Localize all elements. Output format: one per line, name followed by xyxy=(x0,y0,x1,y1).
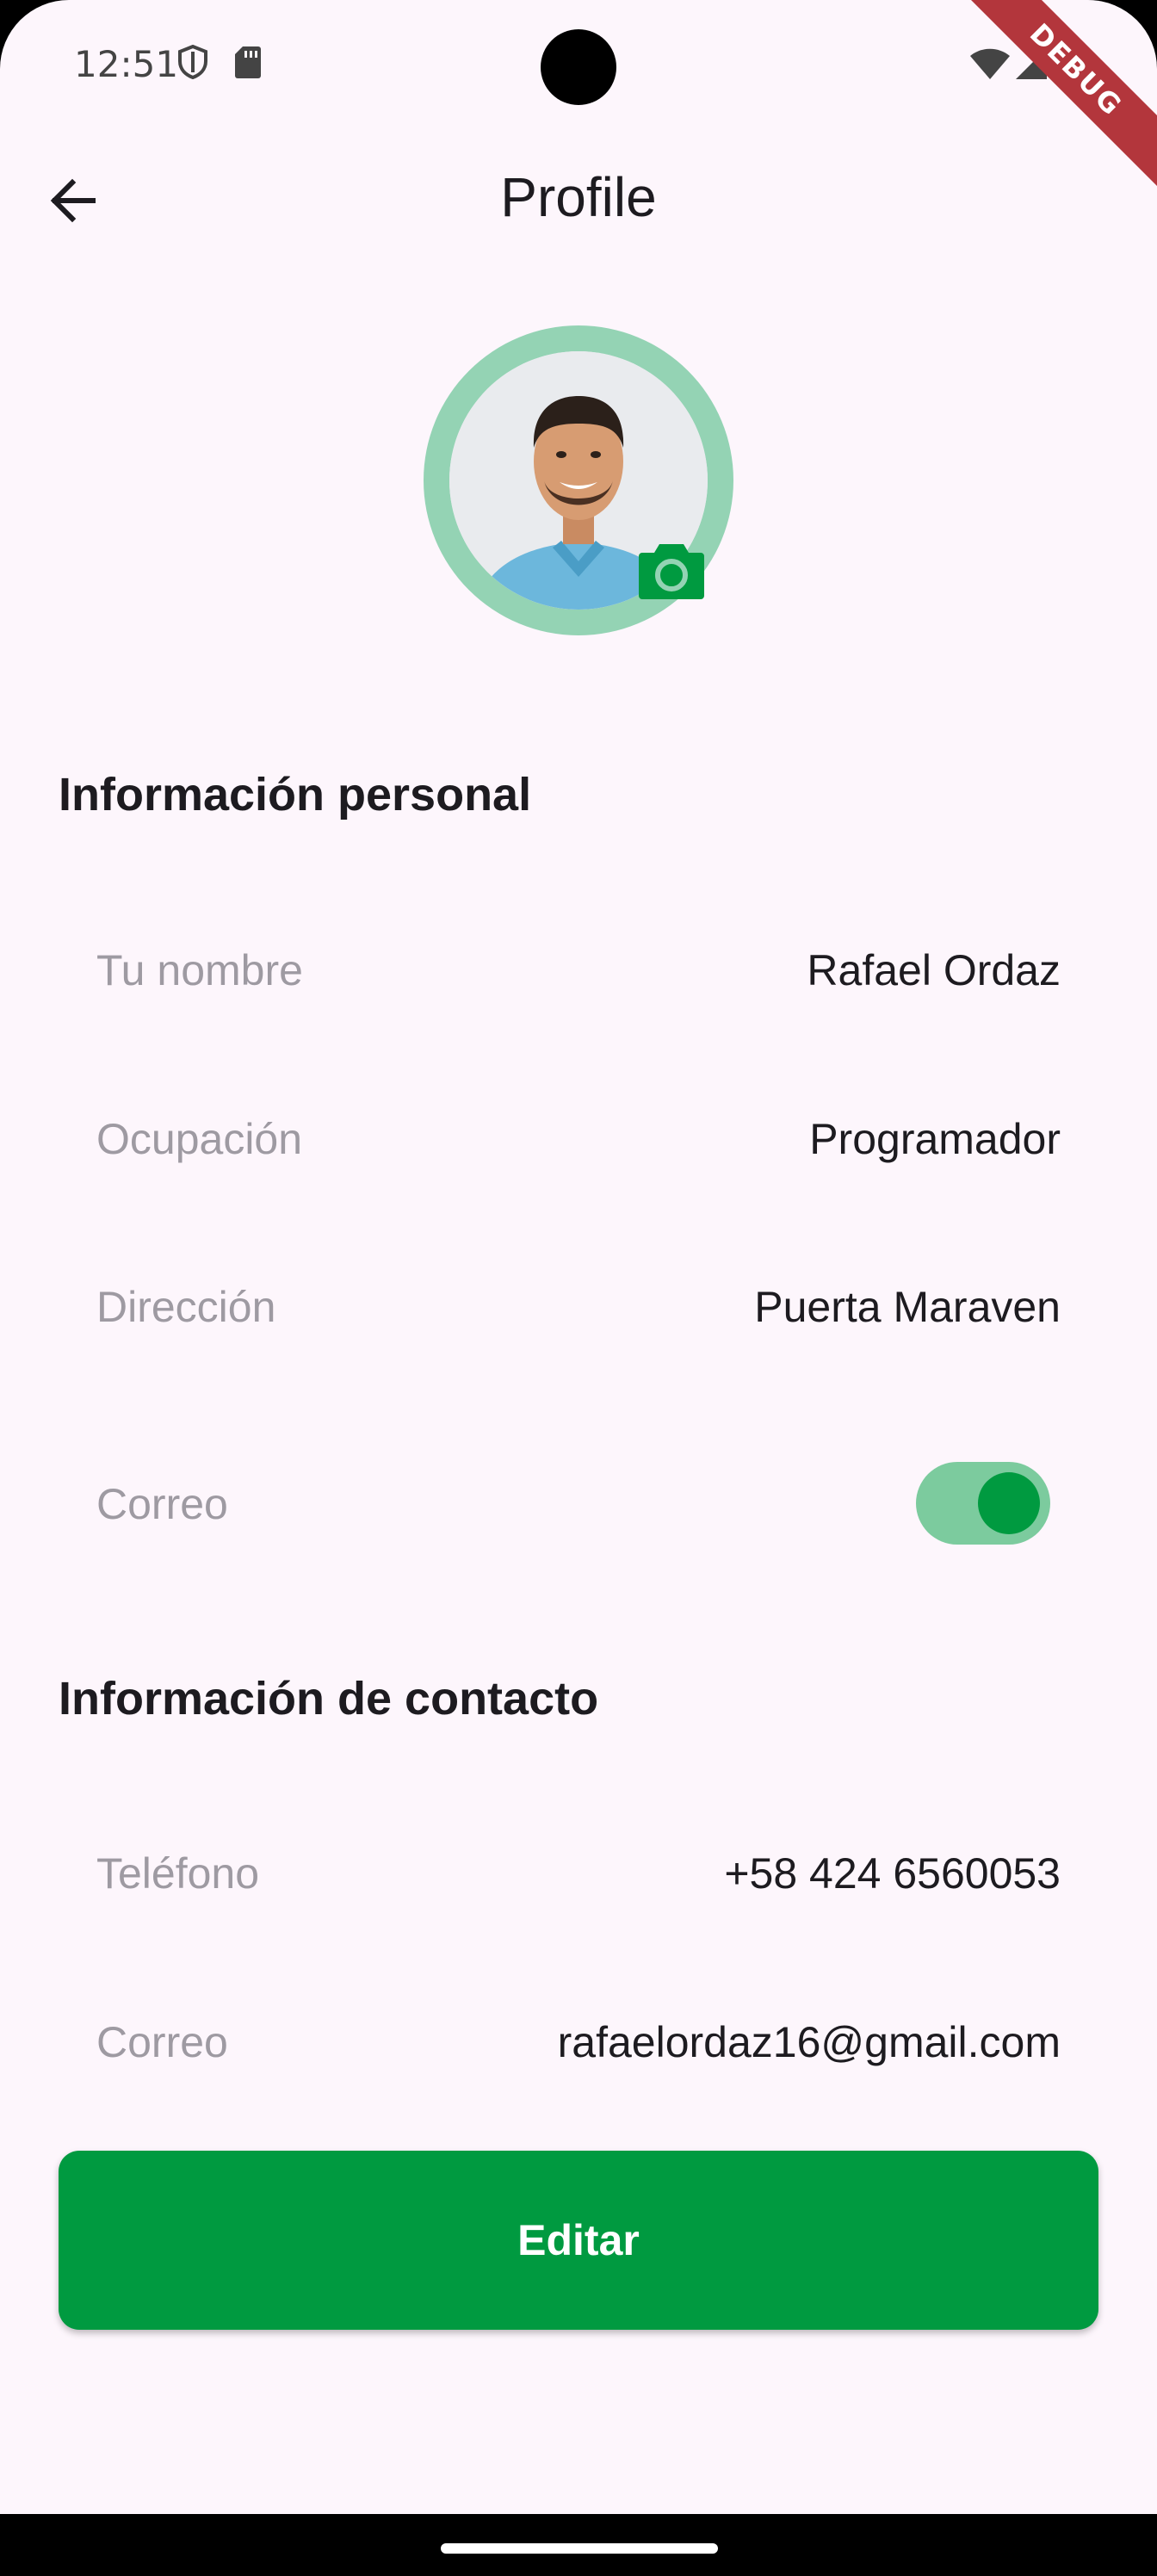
field-label: Teléfono xyxy=(96,1849,260,1898)
field-value: Programador xyxy=(809,1115,1061,1163)
profile-screen: 12:51 DEBUG Profile Información personal… xyxy=(0,0,1157,2514)
field-row-phone: Teléfono +58 424 6560053 xyxy=(96,1838,1061,1907)
field-label: Correo xyxy=(96,1480,228,1528)
edit-button[interactable]: Editar xyxy=(59,2151,1098,2330)
field-label: Ocupación xyxy=(96,1115,303,1163)
field-value: Rafael Ordaz xyxy=(807,946,1061,994)
field-value: Puerta Maraven xyxy=(754,1283,1061,1331)
page-title: Profile xyxy=(500,166,657,228)
field-row-address: Dirección Puerta Maraven xyxy=(96,1272,1061,1341)
field-value: +58 424 6560053 xyxy=(724,1849,1061,1898)
shield-icon xyxy=(177,44,208,84)
wifi-icon xyxy=(969,46,1011,85)
field-label: Correo xyxy=(96,2018,228,2066)
field-row-contact-email: Correo rafaelordaz16@gmail.com xyxy=(96,2007,1061,2076)
field-row-occupation: Ocupación Programador xyxy=(96,1104,1061,1173)
field-value: rafaelordaz16@gmail.com xyxy=(557,2018,1061,2066)
sd-card-icon xyxy=(234,45,262,84)
camera-cutout xyxy=(541,29,616,105)
section-title-contact: Información de contacto xyxy=(59,1673,599,1725)
section-title-personal: Información personal xyxy=(59,769,532,820)
gesture-nav-handle[interactable] xyxy=(441,2543,718,2554)
change-photo-button[interactable] xyxy=(639,541,704,599)
toggle-knob xyxy=(978,1472,1040,1534)
status-time: 12:51 xyxy=(74,43,179,85)
field-label: Tu nombre xyxy=(96,946,303,994)
email-toggle-switch[interactable] xyxy=(916,1462,1050,1545)
field-row-name: Tu nombre Rafael Ordaz xyxy=(96,935,1061,1004)
camera-icon xyxy=(639,544,704,599)
field-label: Dirección xyxy=(96,1283,276,1331)
